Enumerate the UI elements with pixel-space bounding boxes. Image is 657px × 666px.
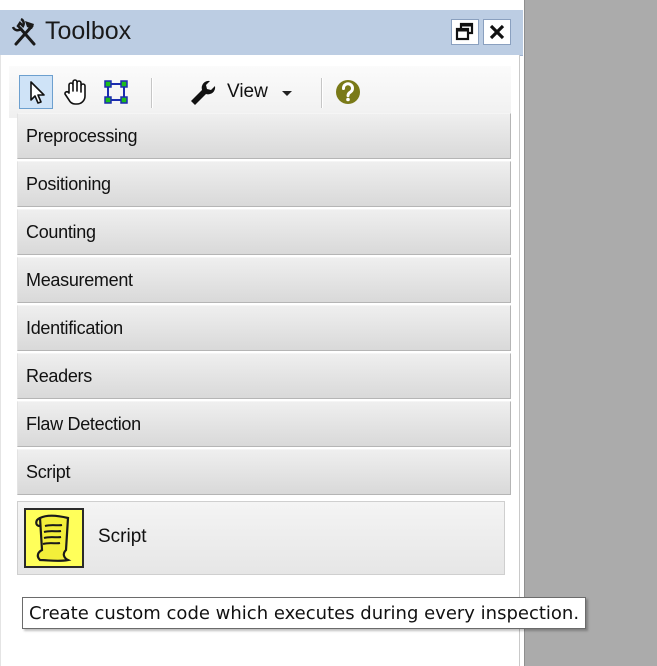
chevron-down-icon [282, 91, 292, 96]
category-flaw-detection[interactable]: Flaw Detection [17, 401, 511, 447]
toolbox-panel: Toolbox View Preprocessing Positioning C… [0, 10, 524, 666]
help-button[interactable] [331, 75, 365, 109]
category-label: Readers [26, 366, 92, 386]
category-label: Script [26, 462, 71, 482]
toolbox-content: View Preprocessing Positioning Counting … [0, 55, 520, 666]
float-window-button[interactable] [451, 19, 479, 45]
category-label: Preprocessing [26, 126, 138, 146]
pointer-tool-button[interactable] [19, 75, 53, 109]
script-scroll-icon [24, 508, 84, 568]
script-tools-area: Script [17, 497, 511, 666]
toolbar-separator [151, 78, 153, 108]
pointer-icon [30, 81, 45, 104]
float-window-icon [455, 22, 474, 41]
category-label: Identification [26, 318, 123, 338]
help-icon [336, 80, 360, 104]
category-positioning[interactable]: Positioning [17, 161, 511, 207]
tools-icon [11, 18, 36, 46]
roi-tool-button[interactable] [99, 75, 133, 109]
category-preprocessing[interactable]: Preprocessing [17, 113, 511, 159]
category-readers[interactable]: Readers [17, 353, 511, 399]
category-label: Positioning [26, 174, 111, 194]
view-menu-button[interactable]: View [159, 75, 309, 109]
toolbar-separator [321, 78, 323, 108]
tooltip: Create custom code which executes during… [22, 597, 587, 629]
category-measurement[interactable]: Measurement [17, 257, 511, 303]
pan-hand-icon [64, 79, 86, 105]
category-label: Measurement [26, 270, 133, 290]
roi-select-icon [104, 80, 128, 104]
category-list: Preprocessing Positioning Counting Measu… [17, 113, 511, 497]
close-icon [489, 24, 505, 40]
wrench-icon [191, 80, 216, 105]
toolbox-title: Toolbox [45, 17, 132, 45]
application-window: Toolbox View Preprocessing Positioning C… [0, 0, 657, 666]
category-counting[interactable]: Counting [17, 209, 511, 255]
workspace-area [524, 0, 657, 666]
tool-label: Script [98, 526, 147, 547]
toolbox-toolbar: View [9, 65, 511, 118]
category-label: Counting [26, 222, 96, 242]
close-button[interactable] [483, 19, 511, 45]
toolbox-title-bar[interactable]: Toolbox [0, 10, 523, 56]
category-script[interactable]: Script [17, 449, 511, 495]
view-menu-label: View [227, 81, 268, 102]
tool-item-script[interactable]: Script [17, 501, 505, 575]
pan-tool-button[interactable] [59, 75, 93, 109]
category-label: Flaw Detection [26, 414, 141, 434]
category-identification[interactable]: Identification [17, 305, 511, 351]
